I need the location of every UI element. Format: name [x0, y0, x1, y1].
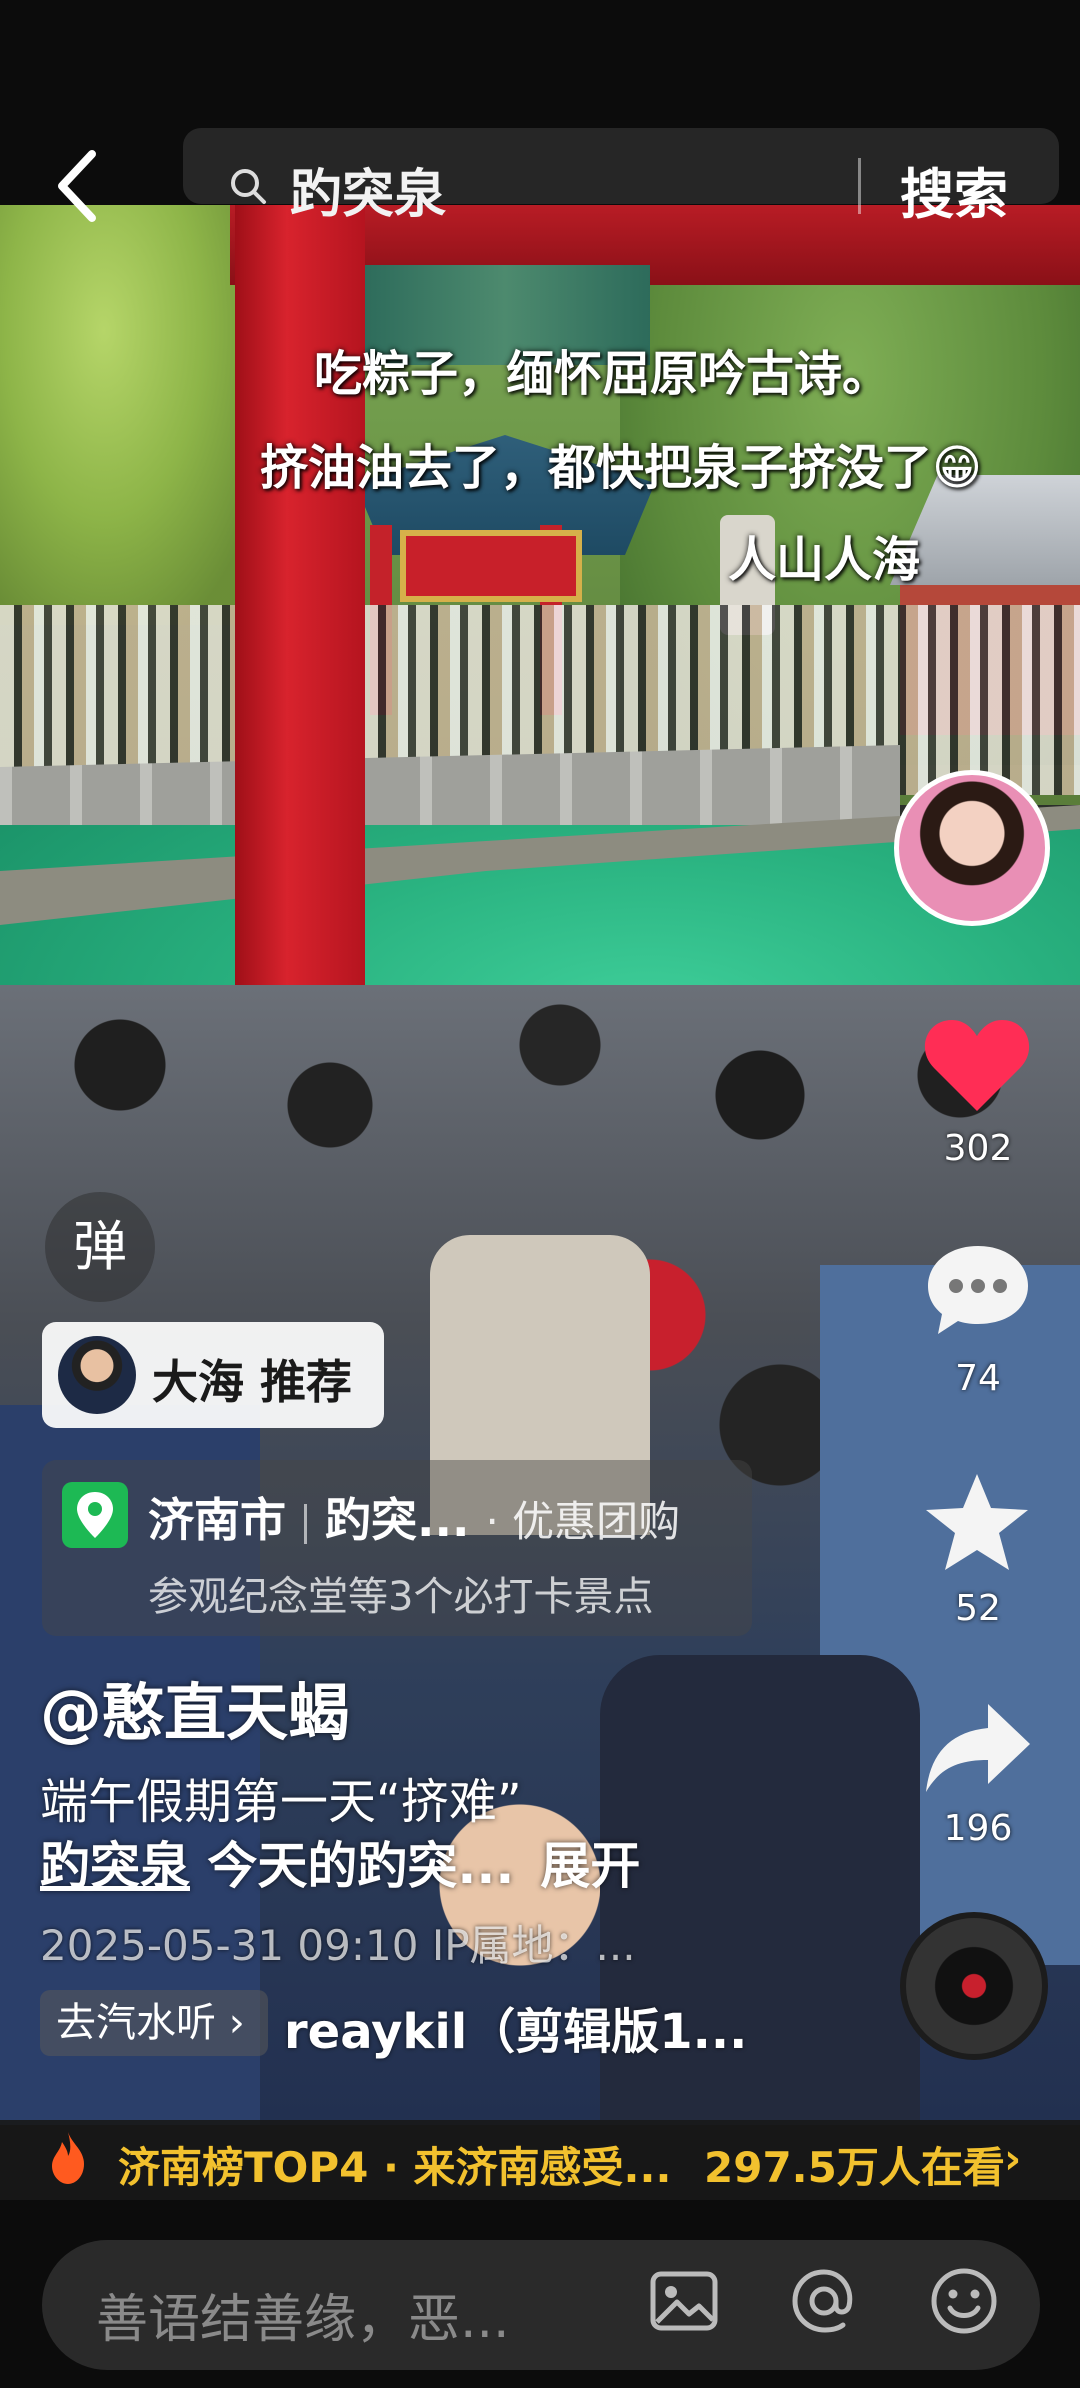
- emoji-icon[interactable]: [925, 2262, 1003, 2340]
- search-divider: [858, 158, 861, 214]
- hashtag-link[interactable]: 趵突泉: [40, 1837, 190, 1895]
- like-count: 302: [943, 1128, 1013, 1169]
- poi-title: 济南市 趵突... · 优惠团购: [148, 1484, 680, 1550]
- share-icon[interactable]: [922, 1700, 1034, 1796]
- post-description-line2: 趵突泉 今天的趵突... 展开: [40, 1826, 640, 1898]
- share-count: 196: [943, 1808, 1013, 1849]
- poi-card[interactable]: 济南市 趵突... · 优惠团购 参观纪念堂等3个必打卡景点: [42, 1460, 752, 1636]
- music-app-chip[interactable]: 去汽水听 ›: [40, 1990, 268, 2056]
- favorite-count: 52: [955, 1588, 1001, 1629]
- trending-viewers[interactable]: 297.5万人在看: [704, 2134, 1005, 2195]
- status-bar: [0, 0, 1080, 110]
- comment-count: 74: [955, 1358, 1001, 1399]
- post-description-line1: 端午假期第一天“挤难”: [40, 1774, 522, 1830]
- expand-button[interactable]: 展开: [540, 1837, 640, 1895]
- chevron-left-icon: [58, 150, 96, 222]
- search-button[interactable]: 搜索: [900, 150, 1008, 229]
- recommend-chip[interactable]: 大海 推荐: [42, 1322, 384, 1428]
- search-query[interactable]: 趵突泉: [290, 152, 446, 227]
- poi-tag: · 优惠团购: [485, 1497, 681, 1546]
- chevron-right-icon[interactable]: ›: [1004, 2134, 1021, 2183]
- video-caption-2: 挤油油去了，都快把泉子挤没了😁: [260, 440, 983, 496]
- author-name[interactable]: @憨直天蝎: [40, 1662, 350, 1752]
- search-icon: [231, 169, 266, 204]
- comment-placeholder[interactable]: 善语结善缘，恶...: [96, 2277, 510, 2352]
- image-icon[interactable]: [645, 2262, 723, 2340]
- back-button[interactable]: [50, 146, 110, 226]
- music-disc[interactable]: [900, 1912, 1048, 2060]
- post-meta: 2025-05-31 09:10 IP属地：...: [40, 1921, 636, 1970]
- poi-city: 济南市: [148, 1493, 286, 1547]
- music-title[interactable]: reaykil（剪辑版1...: [284, 1992, 747, 2062]
- comment-icon[interactable]: [922, 1240, 1034, 1340]
- location-pin-icon: [62, 1482, 128, 1548]
- author-avatar[interactable]: [894, 770, 1050, 926]
- video-willow: [0, 205, 260, 625]
- recommend-label: 大海 推荐: [152, 1355, 353, 1409]
- video-pavilion-sign: [400, 530, 582, 602]
- star-icon[interactable]: [922, 1470, 1032, 1578]
- recommender-avatar: [58, 1336, 136, 1414]
- mention-icon[interactable]: [785, 2262, 863, 2340]
- poi-place: 趵突...: [325, 1493, 470, 1547]
- poi-separator: [304, 1503, 307, 1544]
- danmaku-toggle-button[interactable]: 弹: [45, 1192, 155, 1302]
- post-description-rest: 今天的趵突...: [190, 1837, 515, 1895]
- poi-subtitle: 参观纪念堂等3个必打卡景点: [148, 1574, 654, 1620]
- video-caption-3: 人山人海: [728, 532, 921, 588]
- video-caption-1: 吃粽子，缅怀屈原吟古诗。: [314, 346, 891, 402]
- fire-icon: [52, 2132, 84, 2184]
- trending-text[interactable]: 济南榜TOP4 · 来济南感受...: [118, 2134, 671, 2195]
- heart-icon[interactable]: [922, 1016, 1032, 1116]
